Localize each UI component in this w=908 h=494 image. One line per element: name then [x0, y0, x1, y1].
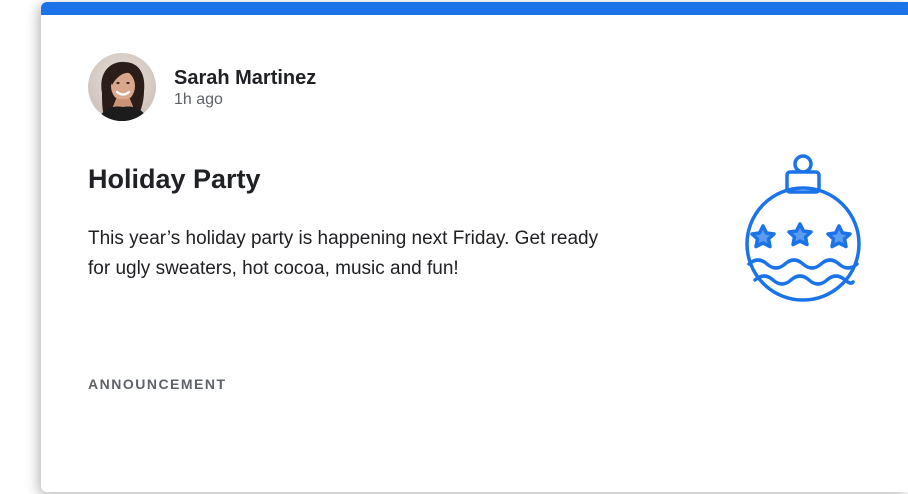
card-accent-bar	[41, 2, 908, 15]
avatar[interactable]	[88, 53, 156, 121]
author-meta: Sarah Martinez 1h ago	[174, 66, 316, 109]
page: Sarah Martinez 1h ago Holiday Party This…	[0, 0, 908, 494]
category-label: ANNOUNCEMENT	[88, 376, 227, 392]
post-body: This year’s holiday party is happening n…	[88, 228, 599, 279]
post-author: Sarah Martinez 1h ago	[88, 53, 316, 121]
announcement-card[interactable]: Sarah Martinez 1h ago Holiday Party This…	[41, 2, 908, 492]
post-title: Holiday Party	[88, 164, 261, 194]
post-timestamp: 1h ago	[174, 90, 223, 108]
christmas-ornament-icon	[741, 152, 867, 312]
author-name[interactable]: Sarah Martinez	[174, 66, 316, 90]
